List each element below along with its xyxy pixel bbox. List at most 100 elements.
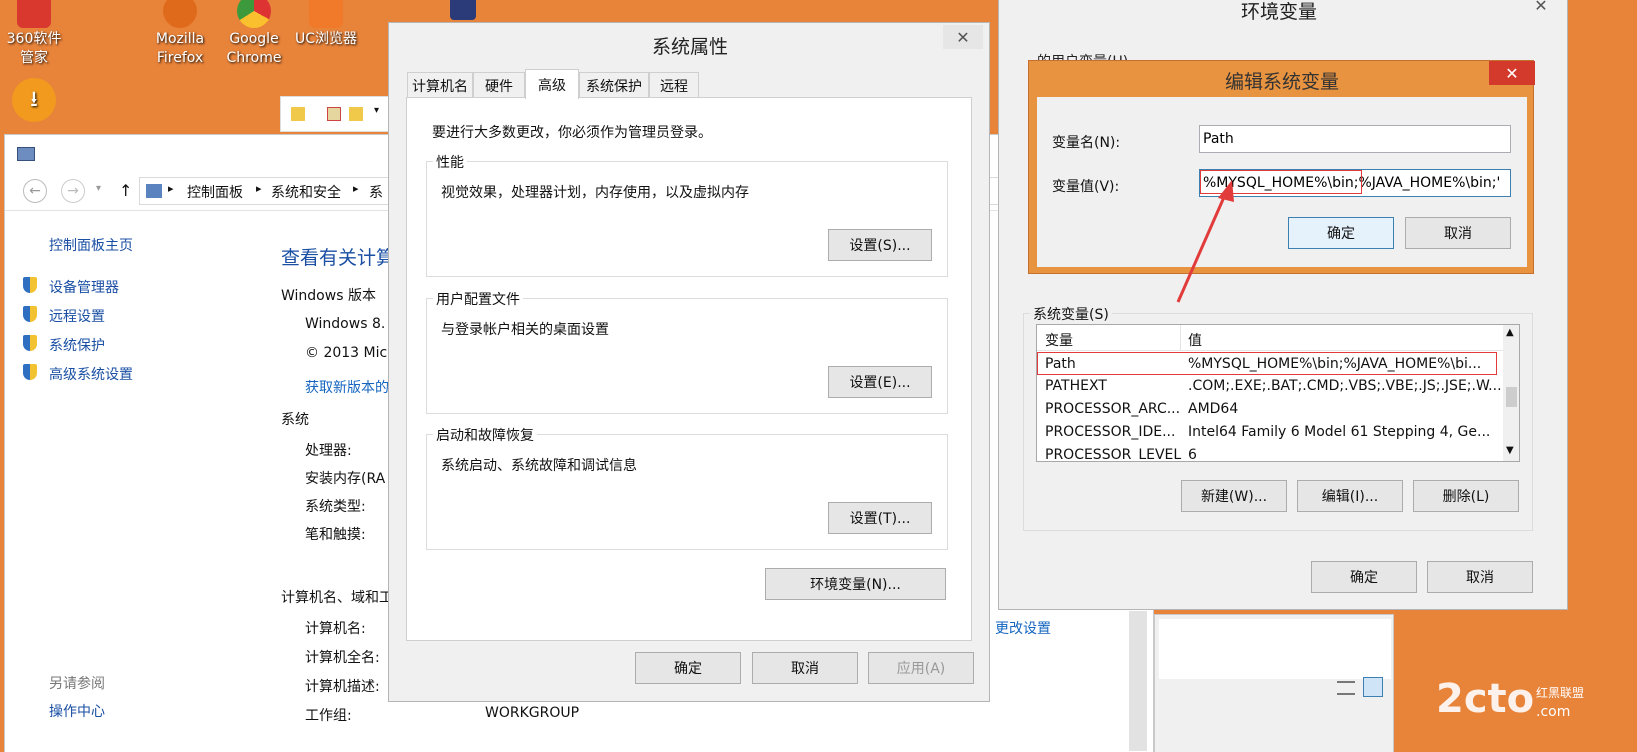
change-settings-link[interactable]: 更改设置 — [995, 618, 1051, 638]
dialog-title: 编辑系统变量 — [1225, 71, 1340, 93]
arrow-shaft — [1176, 187, 1230, 303]
history-dropdown-icon[interactable]: ▾ — [96, 183, 101, 194]
copyright-text: © 2013 Micr — [305, 345, 393, 361]
user-profiles-settings-button[interactable]: 设置(E)... — [828, 366, 932, 398]
sidebar-home-link[interactable]: 控制面板主页 — [49, 235, 133, 255]
new-button[interactable]: 新建(W)... — [1181, 480, 1287, 512]
apply-button[interactable]: 应用(A) — [868, 652, 974, 684]
close-icon: ✕ — [956, 27, 970, 47]
breadcrumb-control-panel[interactable]: 控制面板 — [187, 182, 243, 202]
close-button[interactable]: ✕ — [1521, 0, 1561, 17]
breadcrumb-system[interactable]: 系 — [369, 182, 383, 202]
control-panel-icon — [146, 184, 162, 198]
watermark-text: 2cto — [1436, 676, 1535, 722]
cancel-button[interactable]: 取消 — [1427, 561, 1533, 593]
app-icon[interactable] — [450, 0, 476, 20]
breadcrumb-system-security[interactable]: 系统和安全 — [271, 182, 341, 202]
column-header-value[interactable]: 值 — [1188, 330, 1202, 350]
close-button[interactable]: ✕ — [943, 25, 983, 49]
table-row[interactable]: PATHEXT .COM;.EXE;.BAT;.CMD;.VBS;.VBE;.JS… — [1037, 375, 1502, 398]
computer-icon — [17, 147, 35, 161]
back-icon[interactable]: ← — [23, 179, 47, 203]
user-profiles-desc: 与登录帐户相关的桌面设置 — [441, 322, 609, 338]
performance-desc: 视觉效果，处理器计划，内存使用，以及虚拟内存 — [441, 185, 749, 201]
tab-system-protection[interactable]: 系统保护 — [579, 72, 649, 98]
tab-computer-name[interactable]: 计算机名 — [407, 72, 473, 98]
chrome-icon — [237, 0, 271, 28]
pen-touch-label: 笔和触摸: — [305, 527, 366, 543]
tab-hardware[interactable]: 硬件 — [473, 72, 525, 98]
table-row[interactable]: Path %MYSQL_HOME%\bin;%JAVA_HOME%\bi... — [1037, 352, 1497, 375]
desktop-icon-label: 360软件 — [6, 31, 62, 47]
sidebar-item-remote[interactable]: 远程设置 — [23, 306, 105, 325]
table-row[interactable]: PROCESSOR_ARC... AMD64 — [1037, 398, 1497, 421]
desktop-icon-360[interactable]: 360软件 管家 — [0, 0, 74, 68]
sidebar-item-advanced[interactable]: 高级系统设置 — [23, 364, 133, 383]
ok-button[interactable]: 确定 — [1311, 561, 1417, 593]
action-center-link[interactable]: 操作中心 — [49, 701, 105, 721]
performance-label: 性能 — [433, 152, 467, 172]
desktop-icon-download[interactable]: ⭳ — [0, 78, 74, 124]
workgroup-value: WORKGROUP — [485, 705, 580, 721]
up-icon[interactable]: ↑ — [119, 181, 132, 200]
performance-settings-button[interactable]: 设置(S)... — [828, 229, 932, 261]
tab-advanced[interactable]: 高级 — [525, 69, 579, 99]
desktop-icon-label: Chrome — [226, 50, 282, 66]
tab-remote[interactable]: 远程 — [649, 72, 699, 98]
table-row[interactable]: PROCESSOR_LEVEL 6 — [1037, 444, 1497, 462]
sidebar-item-device-manager[interactable]: 设备管理器 — [23, 277, 119, 296]
table-header: 变量 值 — [1037, 325, 1503, 351]
environment-variables-button[interactable]: 环境变量(N)... — [765, 568, 946, 600]
scroll-up-icon[interactable]: ▲ — [1506, 327, 1514, 338]
column-header-variable[interactable]: 变量 — [1045, 330, 1073, 350]
desktop-icon-label: UC浏览器 — [294, 31, 358, 47]
variable-value: .COM;.EXE;.BAT;.CMD;.VBS;.VBE;.JS;.JSE;.… — [1188, 378, 1502, 394]
ok-button[interactable]: 确定 — [635, 652, 741, 684]
dropdown-icon[interactable]: ▾ — [374, 105, 379, 116]
desktop-icon-label: Mozilla — [155, 31, 205, 47]
details-view-icon[interactable] — [1337, 681, 1355, 695]
forward-icon[interactable]: → — [61, 179, 85, 203]
edit-button[interactable]: 编辑(I)... — [1297, 480, 1403, 512]
computer-full-name-label: 计算机全名: — [305, 650, 380, 666]
shield-icon — [23, 306, 37, 322]
desktop-icon-label: Firefox — [156, 50, 204, 66]
startup-recovery-desc: 系统启动、系统故障和调试信息 — [441, 458, 637, 474]
delete-button[interactable]: 删除(L) — [1413, 480, 1519, 512]
get-new-version-link[interactable]: 获取新版本的 — [305, 377, 389, 397]
computer-desc-label: 计算机描述: — [305, 679, 380, 695]
cancel-button[interactable]: 取消 — [752, 652, 858, 684]
cancel-button[interactable]: 取消 — [1405, 217, 1511, 249]
variable-name-input[interactable] — [1199, 125, 1511, 153]
properties-icon[interactable] — [327, 107, 341, 121]
folder-icon[interactable] — [291, 107, 305, 121]
table-row[interactable]: PROCESSOR_IDE... Intel64 Family 6 Model 6… — [1037, 421, 1497, 444]
system-vars-group: 系统变量(S) 变量 值 Path %MYSQL_HOME%\bin;%JAVA_… — [1023, 304, 1533, 531]
desktop-icon-chrome[interactable]: Google Chrome — [214, 0, 294, 68]
system-vars-table: 变量 值 Path %MYSQL_HOME%\bin;%JAVA_HOME%\bi… — [1036, 324, 1520, 462]
close-button[interactable]: ✕ — [1489, 61, 1535, 85]
annotation-arrow — [1176, 180, 1234, 303]
variable-name: PROCESSOR_LEVEL — [1045, 447, 1182, 462]
page-title: 查看有关计算 — [281, 247, 396, 269]
variable-name: PATHEXT — [1045, 378, 1107, 394]
large-icons-view-icon[interactable] — [1363, 677, 1383, 697]
scroll-thumb[interactable] — [1506, 387, 1517, 407]
sidebar-item-label: 高级系统设置 — [49, 367, 133, 383]
user-profiles-label: 用户配置文件 — [433, 289, 523, 309]
ok-button[interactable]: 确定 — [1288, 217, 1394, 249]
computer-name-heading: 计算机名、域和工 — [281, 590, 393, 606]
sidebar-item-protection[interactable]: 系统保护 — [23, 335, 105, 354]
scroll-down-icon[interactable]: ▼ — [1506, 445, 1514, 456]
scrollbar[interactable] — [1129, 611, 1147, 751]
new-folder-icon[interactable] — [349, 107, 363, 121]
variable-name-label: 变量名(N): — [1052, 135, 1121, 151]
desktop-icon-firefox[interactable]: Mozilla Firefox — [140, 0, 220, 68]
variable-value: 6 — [1188, 447, 1197, 462]
side-panel — [1154, 614, 1394, 752]
breadcrumb-sep-icon: ▸ — [256, 182, 262, 195]
startup-settings-button[interactable]: 设置(T)... — [828, 502, 932, 534]
desktop-icon-uc[interactable]: UC浏览器 — [286, 0, 366, 49]
table-scrollbar[interactable]: ▲ ▼ — [1503, 325, 1519, 461]
windows-edition-heading: Windows 版本 — [281, 288, 376, 304]
